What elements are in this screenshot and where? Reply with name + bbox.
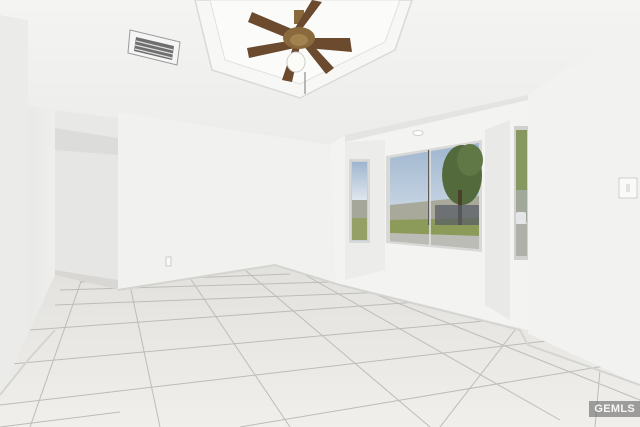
recessed-light <box>412 130 424 136</box>
side-window-left <box>349 159 370 243</box>
doorway <box>55 128 120 300</box>
side-window-right <box>514 126 528 260</box>
wall-outlet <box>165 256 172 267</box>
main-window <box>386 140 483 252</box>
room-photo <box>0 0 640 427</box>
watermark-text: GEMLS <box>589 401 640 417</box>
